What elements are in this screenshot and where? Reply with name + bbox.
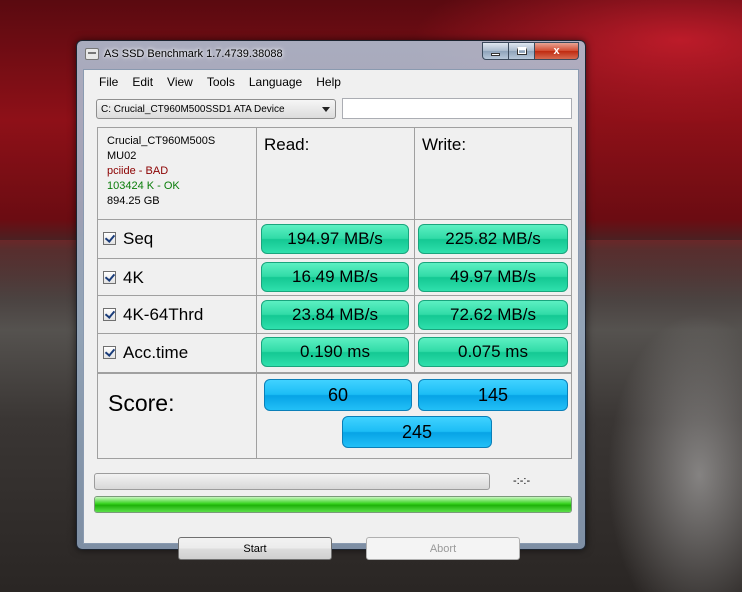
title-bar[interactable]: AS SSD Benchmark 1.7.4739.38088 x: [77, 41, 585, 69]
write-score: 145: [418, 379, 568, 411]
grid-divider: [414, 128, 415, 372]
overall-progress-bar: [94, 496, 572, 513]
4k-read-value: 16.49 MB/s: [261, 262, 409, 292]
4k-label: 4K: [123, 267, 144, 287]
acc-time-checkbox[interactable]: [103, 346, 116, 359]
seq-checkbox[interactable]: [103, 232, 116, 245]
grid-divider: [256, 128, 257, 458]
4k-64thrd-label: 4K-64Thrd: [123, 304, 204, 324]
4k-64thrd-read-value: 23.84 MB/s: [261, 300, 409, 330]
drive-driver-status: pciide - BAD: [107, 165, 169, 177]
drive-info: Crucial_CT960M500S MU02 pciide - BAD 103…: [107, 134, 215, 209]
minimize-icon: [491, 52, 500, 56]
menu-bar: File Edit View Tools Language Help: [84, 70, 578, 94]
client-area: File Edit View Tools Language Help C: Cr…: [83, 69, 579, 560]
overall-progress-fill: [95, 497, 571, 512]
grid-divider: [98, 372, 571, 374]
acc-time-write-value: 0.075 ms: [418, 337, 568, 367]
maximize-icon: [516, 47, 527, 55]
acc-time-read-value: 0.190 ms: [261, 337, 409, 367]
menu-file[interactable]: File: [92, 75, 125, 89]
maximize-button[interactable]: [509, 42, 535, 60]
4k-checkbox[interactable]: [103, 271, 116, 284]
drive-size: 894.25 GB: [107, 195, 160, 207]
device-dropdown[interactable]: C: Crucial_CT960M500SSD1 ATA Device: [96, 99, 336, 119]
drive-model: Crucial_CT960M500S: [107, 135, 216, 147]
menu-tools[interactable]: Tools: [200, 75, 242, 89]
menu-help[interactable]: Help: [309, 75, 348, 89]
desktop-background-blob: [600, 300, 742, 592]
start-button[interactable]: Start: [178, 537, 332, 560]
row-seq: Seq: [103, 220, 153, 257]
drive-firmware: MU02: [107, 150, 137, 162]
menu-language[interactable]: Language: [242, 75, 309, 89]
4k-64thrd-write-value: 72.62 MB/s: [418, 300, 568, 330]
row-4k-64thrd: 4K-64Thrd: [103, 296, 203, 333]
results-grid: Crucial_CT960M500S MU02 pciide - BAD 103…: [97, 127, 572, 459]
device-text-field[interactable]: [342, 98, 572, 119]
seq-read-value: 194.97 MB/s: [261, 224, 409, 254]
menu-edit[interactable]: Edit: [125, 75, 160, 89]
dropdown-arrow-icon: [322, 107, 330, 112]
seq-label: Seq: [123, 228, 154, 248]
close-button[interactable]: x: [535, 42, 579, 60]
caption-buttons: x: [482, 42, 579, 60]
abort-button[interactable]: Abort: [366, 537, 520, 560]
row-acc-time: Acc.time: [103, 334, 188, 371]
grid-divider: [98, 258, 571, 259]
total-score: 245: [342, 416, 492, 448]
window-title: AS SSD Benchmark 1.7.4739.38088: [104, 48, 283, 60]
close-icon: x: [553, 45, 560, 57]
device-dropdown-value: C: Crucial_CT960M500SSD1 ATA Device: [101, 103, 285, 115]
grid-divider: [98, 219, 571, 220]
write-column-header: Write:: [422, 135, 467, 154]
app-drive-icon: [85, 48, 99, 60]
elapsed-time: -:-:-: [513, 475, 531, 487]
score-label: Score:: [108, 390, 175, 416]
acc-time-label: Acc.time: [123, 342, 189, 362]
minimize-button[interactable]: [482, 42, 509, 60]
benchmark-window: AS SSD Benchmark 1.7.4739.38088 x File E…: [76, 40, 586, 560]
seq-write-value: 225.82 MB/s: [418, 224, 568, 254]
read-score: 60: [264, 379, 412, 411]
read-column-header: Read:: [264, 135, 310, 154]
4k-write-value: 49.97 MB/s: [418, 262, 568, 292]
4k-64thrd-checkbox[interactable]: [103, 308, 116, 321]
test-progress-bar: [94, 473, 490, 490]
drive-alignment-status: 103424 K - OK: [107, 180, 180, 192]
menu-view[interactable]: View: [160, 75, 200, 89]
row-4k: 4K: [103, 259, 144, 296]
